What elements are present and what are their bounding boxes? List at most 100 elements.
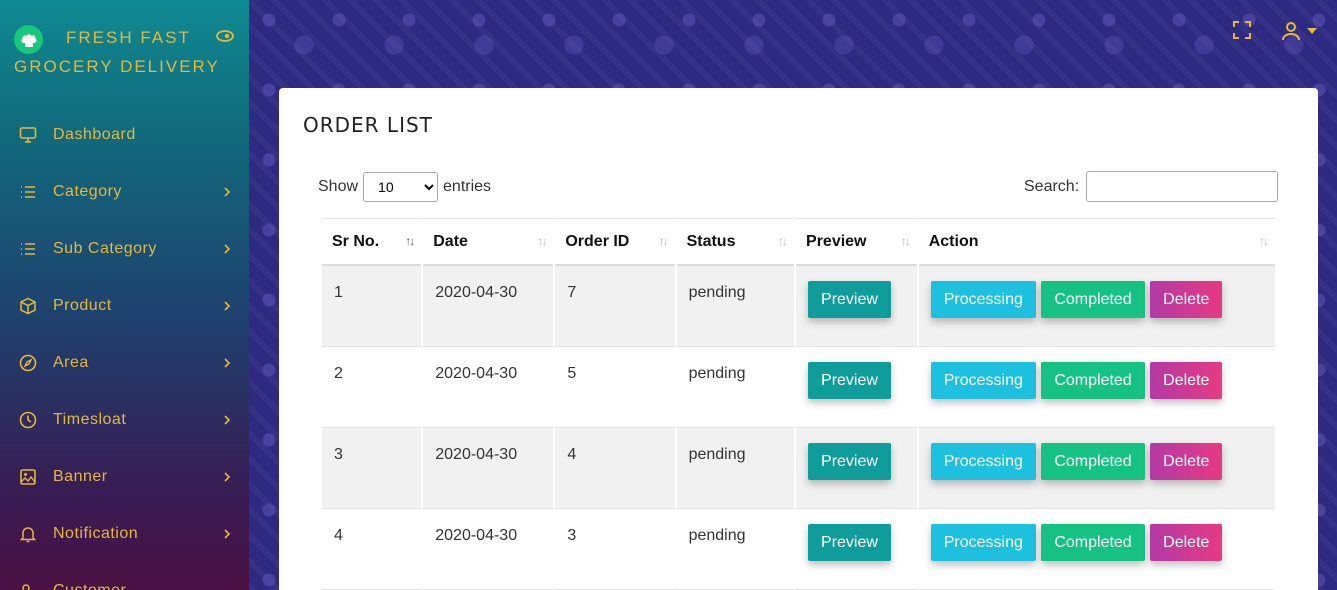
chef-hat-icon (14, 25, 43, 54)
preview-button[interactable]: Preview (808, 362, 891, 399)
show-label: Show (318, 178, 359, 195)
page-title: ORDER LIST (303, 113, 433, 137)
cell-action: Processing Completed Delete (918, 428, 1275, 509)
processing-button[interactable]: Processing (930, 281, 1036, 318)
cell-preview: Preview (796, 428, 917, 509)
sort-icon: ↑↓ (900, 234, 911, 248)
sort-icon: ↑↓ (778, 234, 788, 248)
table-row: 3 2020-04-30 4 pending Preview Processin… (322, 428, 1275, 509)
sidebar-item-label: Dashboard (53, 125, 136, 143)
sidebar-item-label: Banner (53, 467, 108, 485)
brand-name-line2: GROCERY DELIVERY (14, 57, 220, 76)
user-menu-button[interactable] (1281, 20, 1321, 42)
sidebar-item-banner[interactable]: Banner (0, 448, 249, 505)
cell-order-id: 4 (555, 428, 675, 509)
sidebar: FRESH FAST GROCERY DELIVERY Dashboard Ca… (0, 0, 249, 590)
sidebar-nav: Dashboard Category Sub Category Product (0, 106, 249, 590)
brand-name-line1: FRESH FAST (66, 28, 191, 47)
cell-preview: Preview (796, 509, 917, 590)
list-icon (18, 239, 38, 259)
chevron-right-icon (224, 414, 231, 425)
search-label: Search: (1024, 177, 1080, 195)
column-header-order-id[interactable]: Order ID ↑↓ (555, 218, 675, 266)
compass-icon (18, 353, 38, 373)
cell-status: pending (676, 509, 795, 590)
column-header-date[interactable]: Date ↑↓ (423, 218, 554, 266)
box-icon (18, 296, 38, 316)
completed-button[interactable]: Completed (1041, 524, 1145, 561)
fullscreen-icon (1233, 21, 1251, 39)
preview-button[interactable]: Preview (808, 443, 891, 480)
cell-sr-no: 2 (322, 347, 422, 428)
table-header-row: Sr No. ↑↓ Date ↑↓ Order ID ↑↓ Status ↑↓ Prev… (322, 218, 1275, 266)
page-length-select[interactable]: 10 (363, 172, 439, 202)
sort-asc-icon: ↑↓ (405, 234, 415, 248)
sidebar-item-label: Area (53, 353, 89, 371)
completed-button[interactable]: Completed (1041, 281, 1145, 318)
cell-preview: Preview (796, 347, 917, 428)
preview-button[interactable]: Preview (808, 281, 891, 318)
entries-label: entries (443, 178, 492, 195)
clock-icon (18, 410, 38, 430)
table-row: 1 2020-04-30 7 pending Preview Processin… (322, 266, 1275, 347)
order-list-card: ORDER LIST Show 10 entries Search: Sr No… (279, 88, 1318, 590)
chevron-right-icon (224, 243, 231, 254)
column-header-action[interactable]: Action ↑↓ (918, 218, 1275, 266)
sidebar-item-timesloat[interactable]: Timesloat (0, 391, 249, 448)
user-icon (1282, 22, 1300, 41)
cell-preview: Preview (796, 266, 917, 347)
table-row: 2 2020-04-30 5 pending Preview Processin… (322, 347, 1275, 428)
preview-button[interactable]: Preview (808, 524, 891, 561)
cell-status: pending (676, 428, 795, 509)
bell-icon (18, 524, 38, 544)
cell-status: pending (676, 347, 795, 428)
sort-icon: ↑↓ (658, 234, 669, 248)
cell-date: 2020-04-30 (423, 266, 554, 347)
fullscreen-button[interactable] (1232, 20, 1252, 40)
cell-order-id: 5 (555, 347, 675, 428)
chevron-right-icon (224, 186, 231, 197)
image-icon (18, 467, 38, 487)
processing-button[interactable]: Processing (930, 362, 1036, 399)
search-input[interactable] (1086, 171, 1279, 202)
delete-button[interactable]: Delete (1150, 362, 1223, 399)
sidebar-item-product[interactable]: Product (0, 277, 249, 334)
eye-toggle-icon[interactable] (216, 29, 234, 43)
table-row: 4 2020-04-30 3 pending Preview Processin… (322, 509, 1275, 590)
processing-button[interactable]: Processing (930, 443, 1036, 480)
processing-button[interactable]: Processing (930, 524, 1036, 561)
cell-action: Processing Completed Delete (918, 509, 1275, 590)
column-header-preview[interactable]: Preview ↑↓ (796, 218, 917, 266)
completed-button[interactable]: Completed (1041, 443, 1145, 480)
sidebar-item-area[interactable]: Area (0, 334, 249, 391)
entries-length-control: Show 10 entries (318, 172, 491, 202)
sidebar-item-customer[interactable]: Customer (0, 562, 249, 590)
cell-sr-no: 1 (322, 266, 422, 347)
chevron-right-icon (224, 300, 231, 311)
sidebar-item-dashboard[interactable]: Dashboard (0, 106, 249, 163)
users-icon (18, 581, 38, 590)
delete-button[interactable]: Delete (1150, 524, 1223, 561)
list-icon (18, 182, 38, 202)
orders-table: Sr No. ↑↓ Date ↑↓ Order ID ↑↓ Status ↑↓ Prev… (320, 218, 1277, 590)
cell-date: 2020-04-30 (423, 509, 554, 590)
sidebar-item-notification[interactable]: Notification (0, 505, 249, 562)
sidebar-item-sub-category[interactable]: Sub Category (0, 220, 249, 277)
delete-button[interactable]: Delete (1150, 443, 1223, 480)
sidebar-item-label: Customer (53, 581, 127, 590)
delete-button[interactable]: Delete (1150, 281, 1223, 318)
column-header-status[interactable]: Status ↑↓ (676, 218, 795, 266)
cell-sr-no: 3 (322, 428, 422, 509)
chevron-right-icon (224, 471, 231, 482)
completed-button[interactable]: Completed (1041, 362, 1145, 399)
cell-order-id: 3 (555, 509, 675, 590)
cell-action: Processing Completed Delete (918, 266, 1275, 347)
column-header-sr-no[interactable]: Sr No. ↑↓ (322, 218, 422, 266)
table-search: Search: (1024, 171, 1279, 202)
cell-order-id: 7 (555, 266, 675, 347)
sidebar-item-label: Category (53, 182, 122, 200)
sidebar-item-label: Notification (53, 524, 139, 542)
caret-down-icon (1307, 28, 1317, 34)
cell-sr-no: 4 (322, 509, 422, 590)
sidebar-item-category[interactable]: Category (0, 163, 249, 220)
